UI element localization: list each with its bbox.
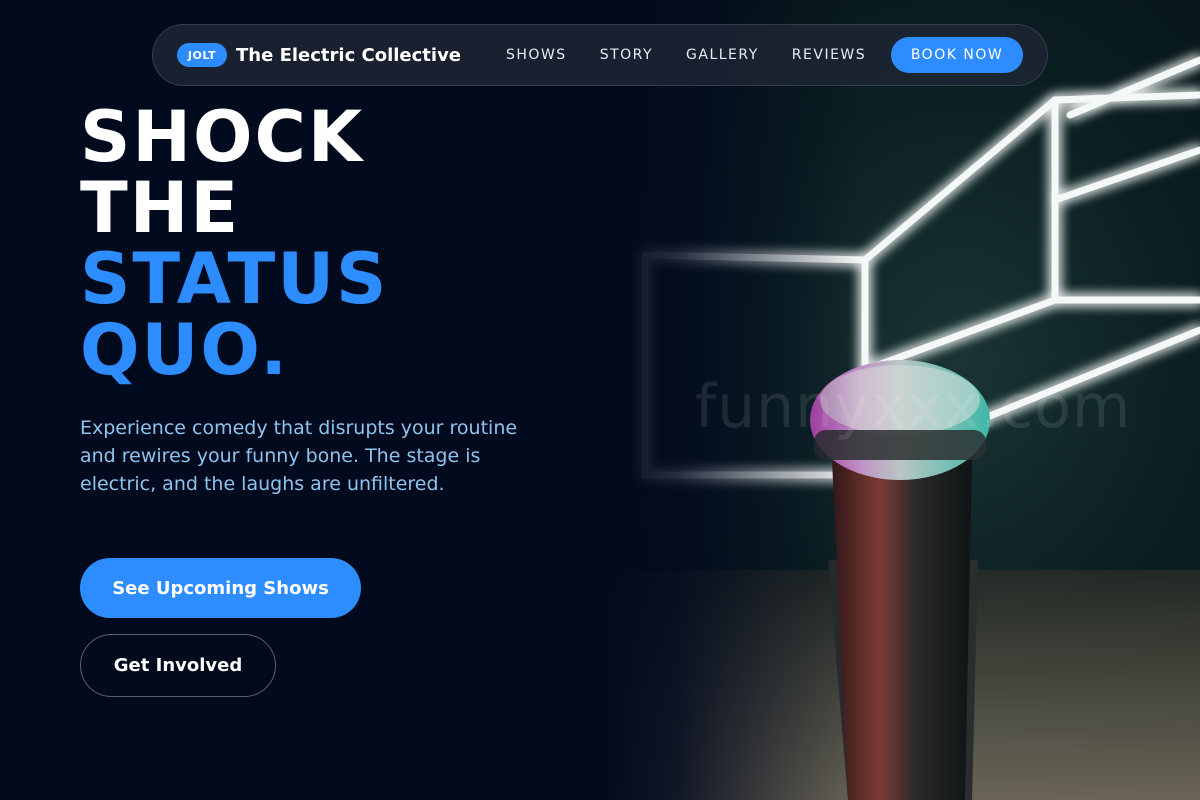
see-upcoming-shows-button[interactable]: See Upcoming Shows	[80, 558, 361, 618]
nav-link-shows[interactable]: SHOWS	[506, 47, 567, 63]
brand-logo-badge[interactable]: JOLT	[177, 43, 227, 67]
hero-lead-text: Experience comedy that disrupts your rou…	[80, 417, 518, 495]
headline-line-1: SHOCK	[80, 96, 365, 178]
top-navigation: JOLT The Electric Collective SHOWS STORY…	[152, 24, 1048, 86]
headline-line-2: THE	[80, 167, 241, 249]
brand-name[interactable]: The Electric Collective	[236, 45, 461, 66]
nav-link-gallery[interactable]: GALLERY	[686, 47, 759, 63]
get-involved-button[interactable]: Get Involved	[80, 634, 276, 697]
headline-line-3: STATUS	[80, 238, 389, 320]
nav-links: SHOWS STORY GALLERY REVIEWS	[506, 47, 866, 63]
nav-link-story[interactable]: STORY	[600, 47, 653, 63]
hero-headline: SHOCK THE STATUS QUO.	[80, 102, 388, 386]
nav-link-reviews[interactable]: REVIEWS	[792, 47, 866, 63]
image-watermark: funnyxxx.com	[695, 372, 1132, 442]
book-now-button[interactable]: BOOK NOW	[891, 37, 1023, 73]
headline-line-4: QUO.	[80, 309, 289, 391]
